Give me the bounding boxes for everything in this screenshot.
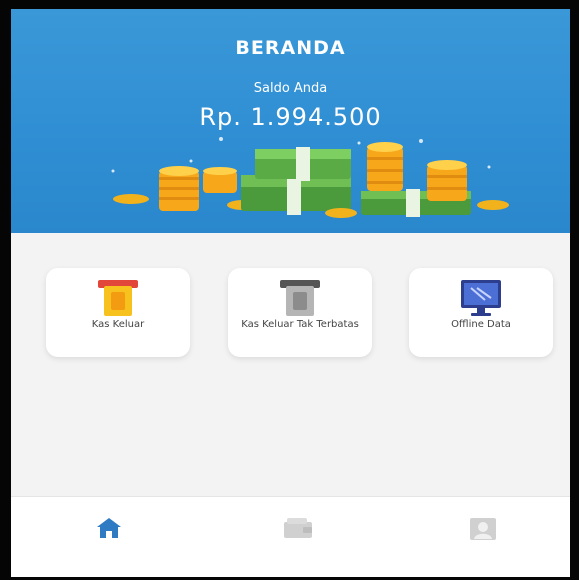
- home-icon: [97, 518, 121, 538]
- balance-label: Saldo Anda: [253, 81, 328, 96]
- nav-home[interactable]: [96, 517, 122, 543]
- nav-profile[interactable]: [469, 517, 497, 545]
- page-title: BERANDA: [235, 37, 346, 59]
- menu-label-kas-keluar: Kas Keluar: [91, 319, 145, 330]
- monitor-icon: [461, 280, 501, 316]
- bottom-navigation: [11, 496, 570, 577]
- menu-area: Kas Keluar Kas Keluar Tak Terbatas Offli…: [11, 233, 570, 496]
- atm-card-icon: [280, 280, 320, 316]
- menu-card-kas-keluar-tak-terbatas[interactable]: Kas Keluar Tak Terbatas: [228, 268, 372, 357]
- money-illustration: [111, 137, 509, 218]
- header-banner: BERANDA Saldo Anda Rp. 1.994.500: [11, 9, 570, 233]
- profile-icon: [470, 518, 496, 540]
- menu-label-kas-keluar-tak-terbatas: Kas Keluar Tak Terbatas: [241, 319, 359, 330]
- menu-card-offline-data[interactable]: Offline Data: [409, 268, 553, 357]
- app-screen: BERANDA Saldo Anda Rp. 1.994.500 Kas Kel…: [0, 0, 579, 580]
- wallet-card-icon: [98, 280, 138, 316]
- menu-card-kas-keluar[interactable]: Kas Keluar: [46, 268, 190, 357]
- nav-wallet[interactable]: [283, 517, 313, 543]
- wallet-icon: [284, 518, 312, 538]
- menu-label-offline-data: Offline Data: [451, 319, 511, 330]
